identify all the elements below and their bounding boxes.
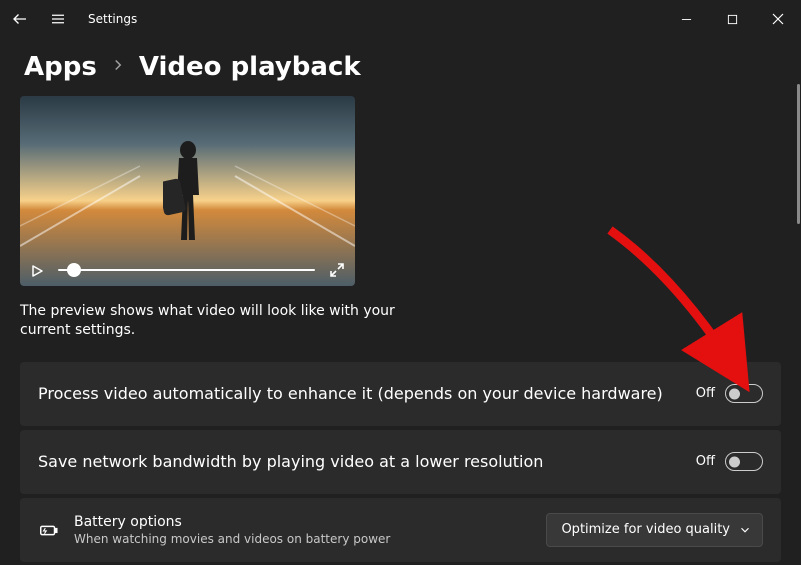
window-title: Settings xyxy=(88,12,137,26)
row-subtitle: When watching movies and videos on batte… xyxy=(74,532,532,546)
breadcrumb-parent[interactable]: Apps xyxy=(24,52,97,82)
close-button[interactable] xyxy=(755,3,801,35)
scrollbar[interactable] xyxy=(797,84,800,224)
row-title: Process video automatically to enhance i… xyxy=(38,384,682,403)
toggle-knob xyxy=(729,456,740,467)
close-icon xyxy=(772,13,784,25)
preview-description: The preview shows what video will look l… xyxy=(20,302,400,340)
hamburger-icon xyxy=(49,10,67,28)
fullscreen-button[interactable] xyxy=(329,262,345,278)
maximize-button[interactable] xyxy=(709,3,755,35)
play-button[interactable] xyxy=(30,263,44,277)
fullscreen-icon xyxy=(329,262,345,278)
person-silhouette-icon xyxy=(163,140,213,250)
dropdown-value: Optimize for video quality xyxy=(561,522,730,537)
toggle-group: Off xyxy=(696,384,763,403)
breadcrumb: Apps Video playback xyxy=(0,38,801,96)
row-battery-options[interactable]: Battery options When watching movies and… xyxy=(20,498,781,562)
video-preview[interactable] xyxy=(20,96,355,286)
back-arrow-icon xyxy=(11,10,29,28)
row-title: Battery options xyxy=(74,514,532,530)
chevron-right-icon xyxy=(109,56,127,79)
window-controls xyxy=(663,3,801,35)
content: The preview shows what video will look l… xyxy=(0,96,801,562)
toggle-knob xyxy=(729,388,740,399)
titlebar: Settings xyxy=(0,0,801,38)
toggle-label: Off xyxy=(696,454,715,469)
preview-controls xyxy=(30,262,345,278)
play-icon xyxy=(30,264,44,278)
preview-seek-slider[interactable] xyxy=(58,269,315,271)
page-title: Video playback xyxy=(139,52,361,82)
toggle-save-bandwidth[interactable] xyxy=(725,452,763,471)
toggle-label: Off xyxy=(696,386,715,401)
minimize-button[interactable] xyxy=(663,3,709,35)
chevron-down-icon xyxy=(738,523,752,537)
back-button[interactable] xyxy=(8,7,32,31)
row-save-bandwidth[interactable]: Save network bandwidth by playing video … xyxy=(20,430,781,494)
slider-thumb[interactable] xyxy=(67,263,81,277)
settings-rows: Process video automatically to enhance i… xyxy=(20,362,781,562)
battery-dropdown[interactable]: Optimize for video quality xyxy=(546,513,763,547)
preview-area: The preview shows what video will look l… xyxy=(20,96,781,340)
maximize-icon xyxy=(727,14,738,25)
battery-icon xyxy=(38,519,60,541)
row-text: Battery options When watching movies and… xyxy=(74,514,532,546)
row-title: Save network bandwidth by playing video … xyxy=(38,452,682,471)
nav-menu-button[interactable] xyxy=(46,7,70,31)
toggle-process-video[interactable] xyxy=(725,384,763,403)
minimize-icon xyxy=(681,14,692,25)
titlebar-left: Settings xyxy=(8,7,137,31)
row-process-video[interactable]: Process video automatically to enhance i… xyxy=(20,362,781,426)
toggle-group: Off xyxy=(696,452,763,471)
